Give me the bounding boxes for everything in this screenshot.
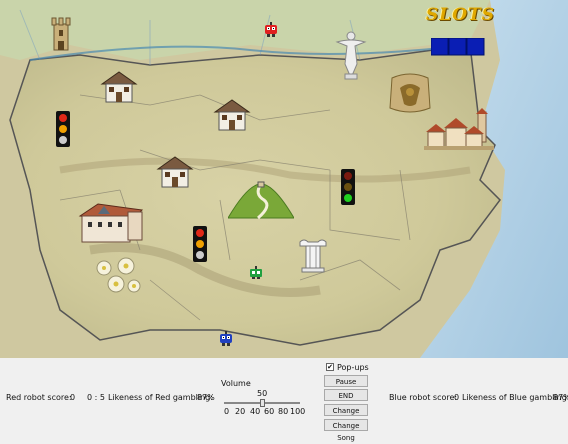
popups-label: Pop-ups — [337, 363, 369, 372]
game-map: SLOTS — [0, 0, 568, 358]
volume-value: 50 — [257, 389, 268, 398]
end-button[interactable]: END — [324, 389, 368, 401]
popups-checkbox[interactable]: ✔ — [326, 363, 334, 371]
red-score-separator: 0 : 5 — [87, 393, 105, 402]
pause-button[interactable]: Pause — [324, 375, 368, 387]
red-score-label: Red robot score: — [6, 393, 72, 402]
blue-score-label: Blue robot score: — [389, 393, 458, 402]
volume-slider[interactable] — [224, 399, 300, 407]
blue-score-value: 0 — [454, 393, 460, 402]
volume-label: Volume — [221, 379, 251, 388]
slots-title: SLOTS — [426, 5, 495, 25]
volume-tick: 80 — [278, 407, 289, 416]
change-song-button[interactable]: Change Song — [324, 419, 368, 442]
red-score-value: 0 — [70, 393, 76, 402]
checkmark-icon: ✔ — [327, 363, 333, 371]
change-colors-button[interactable]: Change Colors — [324, 404, 368, 427]
volume-tick: 40 — [250, 407, 261, 416]
slots-logo[interactable]: SLOTS — [426, 5, 495, 25]
volume-tick: 60 — [264, 407, 275, 416]
control-panel: Red robot score: 0 0 : 5 Likeness of Red… — [0, 358, 568, 442]
red-likeness-value: 87% — [197, 393, 215, 402]
volume-tick: 100 — [290, 407, 306, 416]
volume-thumb[interactable] — [260, 399, 265, 407]
volume-tick: 0 — [224, 407, 230, 416]
blue-likeness-value: 87% — [553, 393, 568, 402]
volume-tick: 20 — [235, 407, 246, 416]
